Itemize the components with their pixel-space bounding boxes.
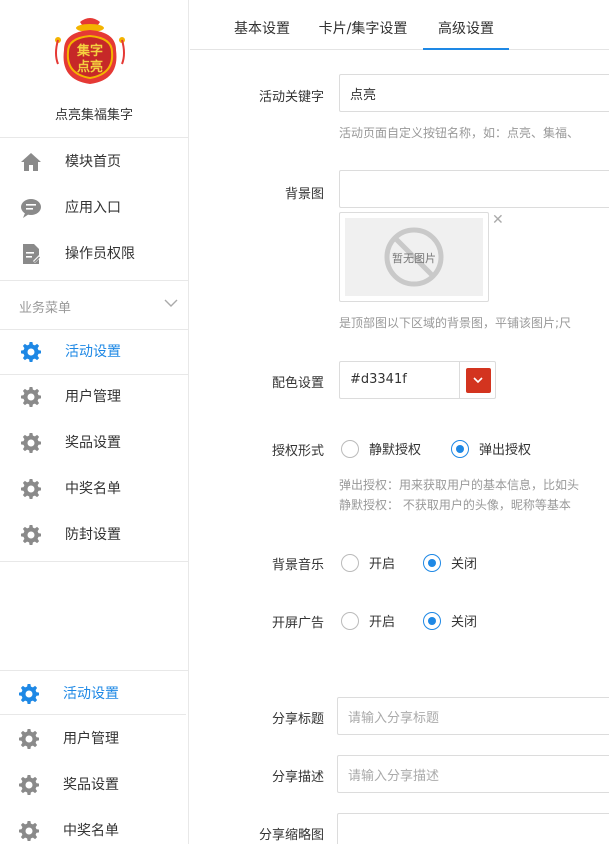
bg-image-help: 是顶部图以下区域的背景图，平铺该图片;尺 xyxy=(339,316,572,330)
menu-item-user-management[interactable]: 用户管理 xyxy=(0,373,188,419)
radio-label: 静默授权 xyxy=(369,443,422,458)
menu-item-label: 防封设置 xyxy=(65,527,121,543)
menu-item-activity-settings[interactable]: 活动设置 xyxy=(0,670,188,716)
share-desc-label: 分享描述 xyxy=(271,770,324,785)
gear-icon xyxy=(20,524,42,546)
menu-item-label: 活动设置 xyxy=(65,344,121,360)
radio-circle xyxy=(451,439,469,458)
app-name: 点亮集福集字 xyxy=(54,108,133,123)
nav-item-label: 应用入口 xyxy=(65,200,121,216)
share-title-label: 分享标题 xyxy=(271,712,324,727)
menu-item-label: 中奖名单 xyxy=(65,481,121,497)
gear-icon xyxy=(18,683,40,705)
no-image-text: 暂无图片 xyxy=(392,252,436,265)
keyword-label: 活动关键字 xyxy=(258,90,324,105)
menu-item-label: 奖品设置 xyxy=(63,777,119,793)
auth-label: 授权形式 xyxy=(271,444,324,459)
radio-label: 开启 xyxy=(369,557,396,572)
share-title-input[interactable]: 请输入分享标题 xyxy=(337,697,609,735)
ad-radio-off[interactable]: 关闭 xyxy=(423,611,477,630)
radio-label: 弹出授权 xyxy=(479,443,532,458)
chevron-down-icon xyxy=(164,299,178,307)
business-menu-toggle[interactable]: 业务菜单 xyxy=(0,280,188,330)
no-image-icon: 暂无图片 xyxy=(384,227,444,287)
radio-circle xyxy=(341,611,359,630)
gear-icon xyxy=(18,728,40,750)
gear-icon xyxy=(20,341,42,363)
tab-basic-settings[interactable]: 基本设置 xyxy=(220,0,304,50)
image-placeholder: 暂无图片 xyxy=(345,218,483,296)
color-value: #d3341f xyxy=(350,372,407,387)
menu-item-winner-list[interactable]: 中奖名单 xyxy=(0,807,188,844)
tab-advanced-settings[interactable]: 高级设置 xyxy=(423,0,509,50)
gear-icon xyxy=(20,478,42,500)
auth-radio-silent[interactable]: 静默授权 xyxy=(341,439,421,458)
gear-icon xyxy=(20,386,42,408)
bg-image-input[interactable] xyxy=(339,170,609,208)
menu-item-prize-settings[interactable]: 奖品设置 xyxy=(0,419,188,465)
menu-item-prize-settings[interactable]: 奖品设置 xyxy=(0,761,188,807)
gear-icon xyxy=(18,820,40,842)
gear-icon xyxy=(18,774,40,796)
music-label: 背景音乐 xyxy=(271,558,324,573)
logo-line-1: 集字 xyxy=(76,43,103,59)
menu-item-activity-settings[interactable]: 活动设置 xyxy=(0,328,188,374)
share-desc-input[interactable]: 请输入分享描述 xyxy=(337,755,609,793)
share-thumb-input[interactable] xyxy=(337,813,609,844)
menu-item-anti-ban-settings[interactable]: 防封设置 xyxy=(0,511,188,557)
gear-icon xyxy=(20,432,42,454)
radio-circle xyxy=(341,439,359,458)
menu-item-label: 奖品设置 xyxy=(65,435,121,451)
radio-circle xyxy=(423,553,441,572)
nav-item-operator-permission[interactable]: 操作员权限 xyxy=(0,230,188,276)
nav-item-module-home[interactable]: 模块首页 xyxy=(0,138,188,184)
radio-label: 开启 xyxy=(369,615,396,630)
remove-image-icon[interactable]: ✕ xyxy=(492,212,504,228)
nav-item-label: 操作员权限 xyxy=(65,246,135,262)
document-edit-icon xyxy=(20,243,42,265)
menu-item-label: 活动设置 xyxy=(63,686,119,702)
music-radio-on[interactable]: 开启 xyxy=(341,553,395,572)
ad-radio-on[interactable]: 开启 xyxy=(341,611,395,630)
nav-item-app-entry[interactable]: 应用入口 xyxy=(0,184,188,230)
auth-help-silent: 静默授权： 不获取用户的头像，昵称等基本 xyxy=(339,498,571,512)
color-picker[interactable]: #d3341f xyxy=(339,361,496,399)
tab-card-settings[interactable]: 卡片/集字设置 xyxy=(312,0,414,50)
radio-circle xyxy=(341,553,359,572)
menu-item-label: 用户管理 xyxy=(63,731,119,747)
nav-item-label: 模块首页 xyxy=(65,154,121,170)
sidebar: 集字 点亮 点亮集福集字 模块首页 应用入口 操作员权限 业务菜单 活动设置 用… xyxy=(0,0,189,844)
keyword-help: 活动页面自定义按钮名称，如：点亮、集福、 xyxy=(339,126,580,140)
chat-bubble-icon xyxy=(20,197,42,219)
chevron-down-icon xyxy=(473,377,483,384)
menu-item-label: 用户管理 xyxy=(65,389,121,405)
menu-item-user-management[interactable]: 用户管理 xyxy=(0,715,188,761)
ad-label: 开屏广告 xyxy=(271,616,324,631)
logo-fortune-bag-icon: 集字 点亮 xyxy=(55,18,125,84)
auth-help-popup: 弹出授权：用来获取用户的基本信息，比如头 xyxy=(339,478,580,492)
bg-image-label: 背景图 xyxy=(284,187,324,202)
logo-area: 集字 点亮 点亮集福集字 xyxy=(0,0,188,138)
settings-tabs: 基本设置 卡片/集字设置 高级设置 xyxy=(190,0,609,50)
radio-label: 关闭 xyxy=(451,557,478,572)
radio-label: 关闭 xyxy=(451,615,478,630)
color-swatch xyxy=(465,367,491,393)
color-label: 配色设置 xyxy=(271,376,324,391)
logo-line-2: 点亮 xyxy=(77,59,103,75)
section-title: 业务菜单 xyxy=(19,301,72,316)
menu-item-label: 中奖名单 xyxy=(63,823,119,839)
auth-radio-popup[interactable]: 弹出授权 xyxy=(451,439,531,458)
share-thumb-label: 分享缩略图 xyxy=(258,828,324,843)
bg-image-preview[interactable]: 暂无图片 xyxy=(339,212,489,302)
home-icon xyxy=(20,151,42,173)
keyword-input[interactable]: 点亮 xyxy=(339,74,609,112)
color-swatch-button[interactable] xyxy=(459,362,496,398)
menu-item-winner-list[interactable]: 中奖名单 xyxy=(0,465,188,511)
music-radio-off[interactable]: 关闭 xyxy=(423,553,477,572)
radio-circle xyxy=(423,611,441,630)
